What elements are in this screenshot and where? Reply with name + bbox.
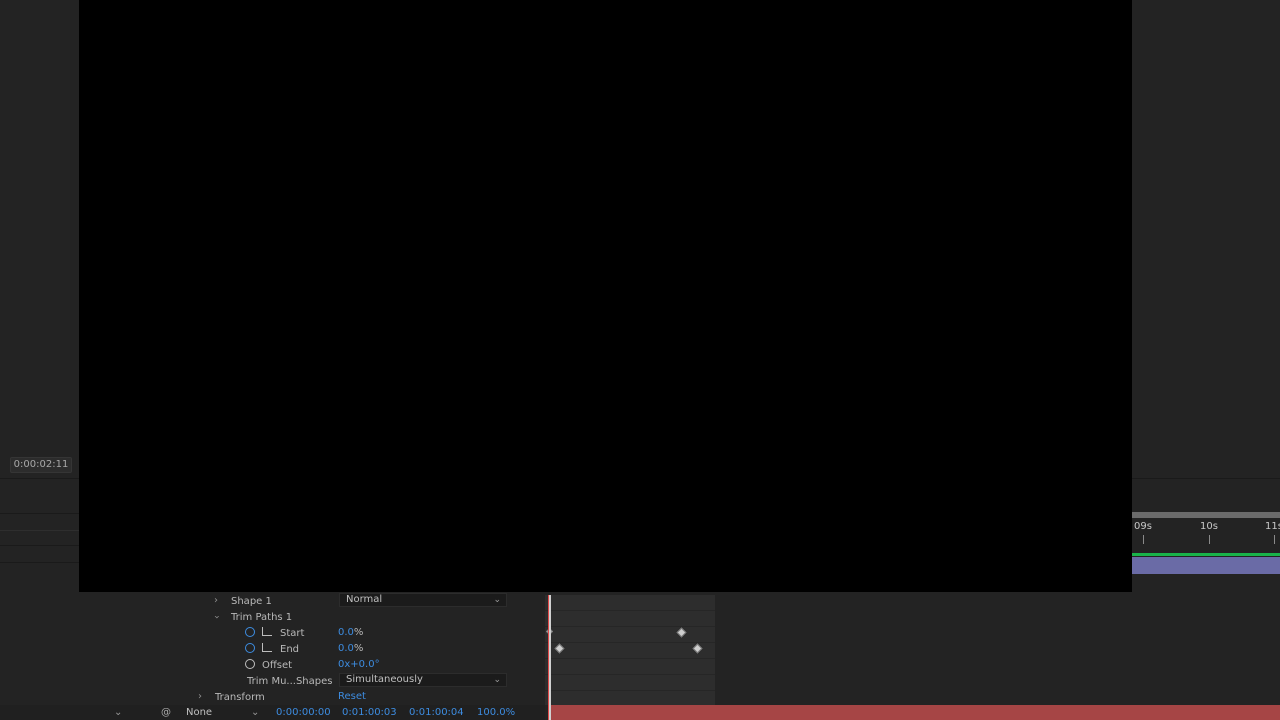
panel-divider [0, 513, 80, 514]
chevron-right-icon[interactable]: › [198, 690, 202, 704]
trim-multiple-label: Trim Mu...Shapes [247, 676, 333, 687]
chevron-down-icon: ⌄ [493, 595, 501, 605]
layer-in-time[interactable]: 0:00:00:00 [276, 705, 331, 720]
stopwatch-icon[interactable] [245, 643, 255, 653]
trim-multiple-select[interactable]: Simultaneously ⌄ [339, 673, 507, 687]
layer-stretch[interactable]: 100.0% [477, 705, 515, 720]
blend-mode-select[interactable]: Normal ⌄ [339, 593, 507, 607]
playhead[interactable] [549, 595, 551, 720]
panel-divider [0, 545, 80, 546]
trim-end-label: End [280, 644, 300, 655]
stopwatch-icon[interactable] [245, 659, 255, 669]
track-divider [545, 642, 715, 643]
transform-reset-link[interactable]: Reset [338, 690, 366, 704]
ruler-tick-label: 10s [1200, 521, 1218, 532]
composition-preview[interactable] [79, 0, 1132, 592]
ruler-tick [1143, 535, 1144, 544]
graph-icon[interactable] [262, 627, 272, 636]
trim-paths-label[interactable]: Trim Paths 1 [231, 611, 292, 625]
stopwatch-icon[interactable] [245, 627, 255, 637]
layer-duration[interactable]: 0:01:00:04 [409, 705, 464, 720]
render-bar [1132, 553, 1280, 556]
chevron-down-icon[interactable]: › [209, 615, 223, 619]
parent-select-value[interactable]: None [186, 705, 212, 720]
transform-label[interactable]: Transform [215, 691, 265, 705]
trim-start-label: Start [280, 628, 305, 639]
chevron-down-icon[interactable]: ⌄ [251, 705, 259, 720]
trim-offset-label: Offset [262, 660, 293, 671]
track-divider [545, 674, 715, 675]
track-divider [545, 610, 715, 611]
ruler-tick-label: 11s [1265, 521, 1280, 532]
layer-out-time[interactable]: 0:01:00:03 [342, 705, 397, 720]
graph-icon[interactable] [262, 643, 272, 652]
panel-divider [0, 478, 80, 479]
layer-duration-bar[interactable] [1132, 557, 1280, 574]
ruler-tick [1274, 535, 1275, 544]
panel-divider [1132, 478, 1280, 479]
chevron-down-icon: ⌄ [493, 675, 501, 685]
chevron-down-icon[interactable]: ⌄ [114, 705, 122, 720]
track-divider [545, 690, 715, 691]
trim-start-value[interactable]: 0.0% [338, 626, 363, 640]
ruler-tick [1209, 535, 1210, 544]
layer-shape1-label[interactable]: Shape 1 [231, 595, 272, 609]
panel-divider [0, 562, 80, 563]
panel-divider [0, 530, 80, 531]
current-time-display[interactable]: 0:00:02:11 [10, 457, 72, 473]
right-panel [1132, 0, 1280, 720]
ruler-tick-label: 09s [1134, 521, 1152, 532]
blend-mode-value: Normal [346, 594, 383, 605]
trim-end-value[interactable]: 0.0% [338, 642, 363, 656]
keyframe-area[interactable] [545, 595, 715, 705]
track-divider [545, 626, 715, 627]
work-area-bar[interactable] [1132, 512, 1280, 518]
chevron-right-icon[interactable]: › [214, 594, 218, 608]
trim-offset-value[interactable]: 0x+0.0° [338, 658, 380, 672]
track-divider [545, 658, 715, 659]
left-panel [0, 0, 80, 720]
layer-bar-selected[interactable] [551, 705, 1280, 720]
parent-pickwhip-icon[interactable]: @ [161, 705, 171, 720]
trim-multiple-value: Simultaneously [346, 674, 423, 685]
